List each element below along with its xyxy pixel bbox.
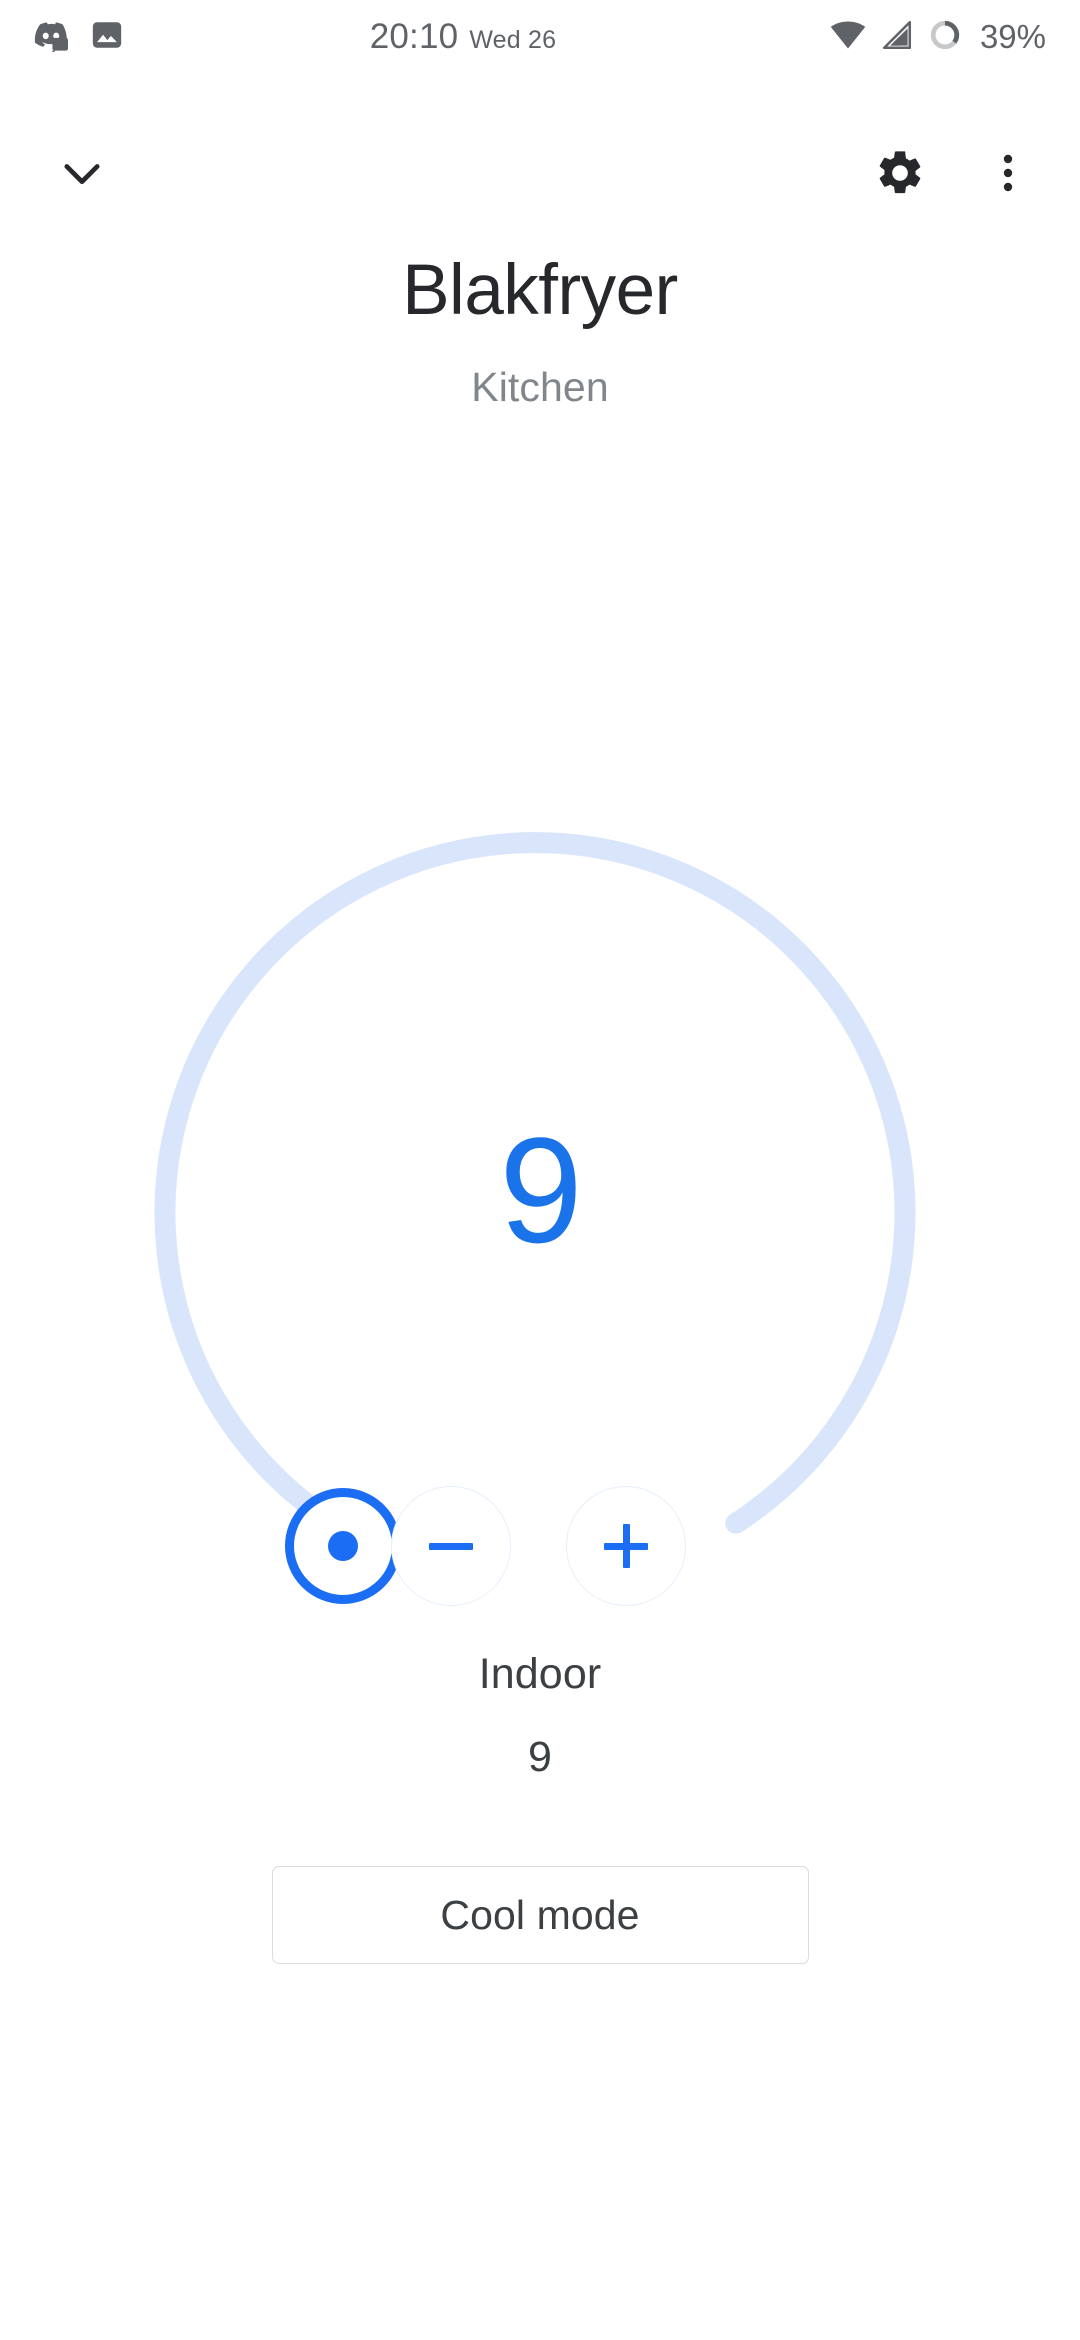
status-date: Wed 26 [469, 26, 557, 54]
dial-handle-dot [328, 1531, 358, 1561]
plus-icon [604, 1524, 648, 1568]
current-temperature-value: 9 [528, 1733, 552, 1781]
more-vertical-icon [984, 149, 1032, 200]
app-bar [0, 118, 1080, 230]
thermostat-controls [0, 1486, 1080, 1610]
mode-button-row: Cool mode [0, 1866, 1080, 1964]
overflow-menu-button[interactable] [966, 132, 1050, 216]
status-time: 20:10 [369, 17, 459, 56]
status-indicators: 39% [830, 17, 1046, 58]
mode-button[interactable]: Cool mode [271, 1866, 809, 1964]
settings-button[interactable] [858, 132, 942, 216]
collapse-button[interactable] [42, 134, 122, 214]
current-temperature-label: Indoor [478, 1650, 602, 1698]
battery-ring-icon [928, 18, 962, 57]
cellular-signal-icon [880, 18, 914, 57]
battery-percentage: 39% [979, 18, 1046, 55]
status-bar: 20:10 Wed 26 39% [0, 0, 1080, 74]
wifi-icon [830, 17, 866, 58]
chevron-down-icon [56, 147, 108, 202]
decrease-temperature-button[interactable] [391, 1486, 511, 1606]
thermostat-detail-screen: 20:10 Wed 26 39% Blakfryer Kitchen 9 Ind… [0, 0, 1080, 2340]
device-header: Blakfryer Kitchen [0, 251, 1080, 411]
discord-notification-icon [34, 18, 68, 57]
dial-handle-icon[interactable] [285, 1488, 401, 1604]
gear-icon [874, 147, 926, 202]
status-clock: 20:10 Wed 26 [110, 17, 816, 57]
increase-temperature-button[interactable] [566, 1486, 686, 1606]
current-temperature-block: Indoor 9 [0, 1650, 1080, 1782]
device-room-label: Kitchen [471, 364, 609, 411]
page-title: Blakfryer [402, 251, 678, 330]
minus-icon [429, 1542, 473, 1550]
